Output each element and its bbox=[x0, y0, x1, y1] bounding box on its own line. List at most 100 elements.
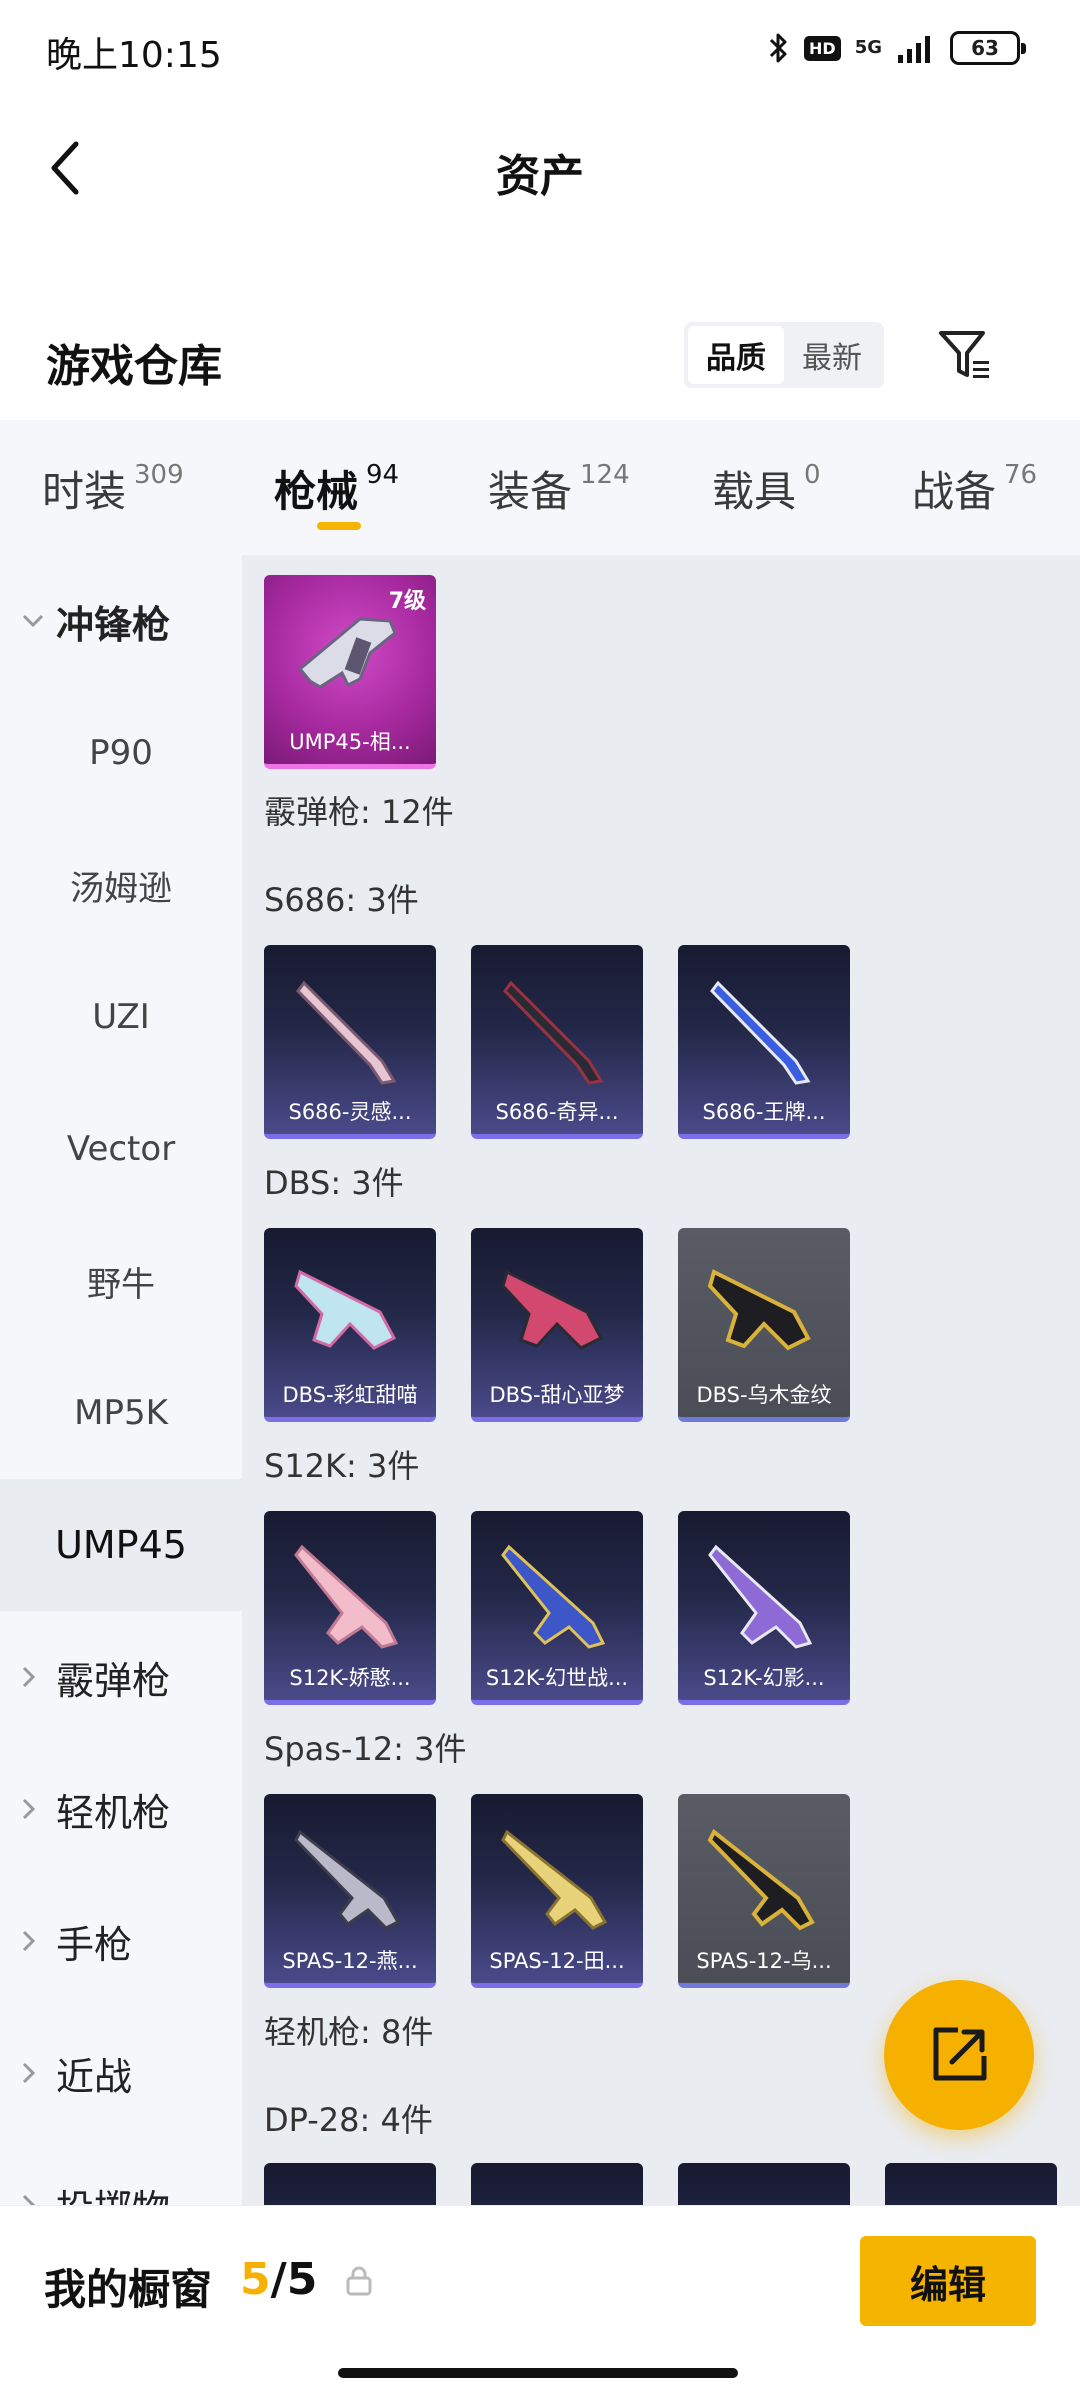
showcase-count: 5/5 bbox=[240, 2254, 317, 2305]
item-level: 7级 bbox=[388, 589, 426, 614]
item-card[interactable]: S686-灵感... bbox=[264, 945, 436, 1139]
sidebar-item-throwable[interactable]: 投掷物 bbox=[0, 2139, 242, 2205]
section-title: 游戏仓库 bbox=[46, 341, 222, 392]
nav-header: 资产 bbox=[0, 110, 1080, 230]
item-card[interactable]: DBS-乌木金纹 bbox=[678, 1228, 850, 1422]
group-title: DBS: 3件 bbox=[264, 1164, 404, 1202]
item-card[interactable]: S12K-幻世战... bbox=[471, 1511, 643, 1705]
tab-label: 装备 bbox=[488, 467, 573, 516]
item-card[interactable]: DBS-彩虹甜喵 bbox=[264, 1228, 436, 1422]
sidebar-item-thompson[interactable]: 汤姆逊 bbox=[0, 819, 242, 951]
edit-button[interactable]: 编辑 bbox=[860, 2236, 1036, 2326]
item-name: S686-灵感... bbox=[288, 1100, 412, 1124]
item-card[interactable] bbox=[264, 2163, 436, 2205]
tab-count: 124 bbox=[580, 460, 630, 490]
group-title: S12K: 3件 bbox=[264, 1447, 420, 1485]
tab-count: 0 bbox=[804, 460, 821, 490]
filter-button[interactable] bbox=[930, 320, 1000, 390]
showcase-count-current: 5 bbox=[240, 2254, 271, 2305]
item-card[interactable]: SPAS-12-田... bbox=[471, 1794, 643, 1988]
gun-icon bbox=[708, 1544, 813, 1649]
gun-icon bbox=[707, 1269, 811, 1351]
item-card[interactable]: S12K-幻影... bbox=[678, 1511, 850, 1705]
item-card[interactable] bbox=[885, 2163, 1057, 2205]
sidebar-item-melee[interactable]: 近战 bbox=[0, 2007, 242, 2139]
item-card[interactable]: S686-奇异... bbox=[471, 945, 643, 1139]
section-header: 游戏仓库 品质 最新 bbox=[0, 310, 1080, 410]
gun-icon bbox=[297, 617, 397, 689]
gun-icon bbox=[294, 1544, 399, 1649]
item-name: DBS-甜心亚梦 bbox=[489, 1383, 625, 1407]
item-card[interactable]: SPAS-12-燕... bbox=[264, 1794, 436, 1988]
group-title: S686: 3件 bbox=[264, 881, 419, 919]
chevron-right-icon bbox=[22, 1666, 56, 1688]
tab-fashion[interactable]: 时装 309 bbox=[42, 458, 184, 519]
filter-icon bbox=[939, 331, 989, 378]
chevron-right-icon bbox=[22, 1798, 56, 1820]
sidebar-item-label: 轻机枪 bbox=[56, 1790, 171, 1835]
chevron-right-icon bbox=[22, 2194, 56, 2205]
item-name: SPAS-12-田... bbox=[489, 1949, 625, 1973]
signal-icon bbox=[896, 33, 936, 63]
item-name: UMP45-相... bbox=[289, 730, 411, 754]
gun-icon bbox=[501, 1829, 608, 1930]
item-card[interactable] bbox=[471, 2163, 643, 2205]
tab-equipment[interactable]: 装备 124 bbox=[488, 458, 630, 519]
sort-quality-option[interactable]: 品质 bbox=[688, 326, 784, 384]
sidebar-item-pistol[interactable]: 手枪 bbox=[0, 1875, 242, 2007]
chevron-down-icon bbox=[22, 614, 56, 628]
tab-firearms[interactable]: 枪械 94 bbox=[274, 458, 399, 519]
tab-supplies[interactable]: 战备 76 bbox=[912, 458, 1037, 519]
item-name: SPAS-12-乌... bbox=[696, 1949, 832, 1973]
item-name: S12K-幻世战... bbox=[485, 1666, 629, 1690]
sidebar-item-shotgun[interactable]: 霰弹枪 bbox=[0, 1611, 242, 1743]
status-icons: HD 5G 63 bbox=[768, 30, 1026, 66]
sidebar-item-mp5k[interactable]: MP5K bbox=[0, 1347, 242, 1479]
network-label: 5G bbox=[854, 37, 882, 58]
sort-newest-option[interactable]: 最新 bbox=[784, 326, 880, 384]
group-title: Spas-12: 3件 bbox=[264, 1730, 467, 1768]
hd-badge: HD bbox=[804, 35, 841, 61]
item-card[interactable]: SPAS-12-乌... bbox=[678, 1794, 850, 1988]
lock-icon bbox=[345, 2266, 373, 2300]
item-card[interactable]: 7级 UMP45-相... bbox=[264, 575, 436, 769]
tab-label: 枪械 bbox=[274, 467, 359, 516]
battery-icon: 63 bbox=[950, 31, 1026, 65]
sidebar-item-label: 手枪 bbox=[56, 1922, 133, 1967]
gun-icon bbox=[503, 980, 604, 1085]
sidebar-item-uzi[interactable]: UZI bbox=[0, 951, 242, 1083]
status-bar: 晚上10:15 HD 5G 63 bbox=[0, 0, 1080, 100]
sidebar-item-ump45[interactable]: UMP45 bbox=[0, 1479, 242, 1611]
tab-count: 94 bbox=[366, 460, 400, 490]
tab-vehicles[interactable]: 载具 0 bbox=[712, 458, 821, 519]
weapon-category-sidebar: 冲锋枪 P90 汤姆逊 UZI Vector 野牛 MP5K UMP45 霰弹枪… bbox=[0, 555, 242, 2205]
gun-icon bbox=[501, 1544, 606, 1649]
gun-icon bbox=[294, 1269, 397, 1350]
item-card[interactable]: S686-王牌... bbox=[678, 945, 850, 1139]
sidebar-item-lmg[interactable]: 轻机枪 bbox=[0, 1743, 242, 1875]
sort-toggle: 品质 最新 bbox=[684, 322, 884, 388]
sidebar-item-bizon[interactable]: 野牛 bbox=[0, 1215, 242, 1347]
share-icon bbox=[933, 2027, 987, 2081]
chevron-right-icon bbox=[22, 1930, 56, 1952]
item-name: S12K-幻影... bbox=[703, 1666, 825, 1690]
group-title: DP-28: 4件 bbox=[264, 2101, 433, 2139]
sidebar-item-smg[interactable]: 冲锋枪 bbox=[0, 555, 242, 687]
item-name: DBS-彩虹甜喵 bbox=[282, 1383, 418, 1407]
tab-count: 76 bbox=[1004, 460, 1038, 490]
item-name: S686-王牌... bbox=[702, 1100, 826, 1124]
gun-icon bbox=[501, 1269, 604, 1350]
item-card[interactable]: S12K-娇憨... bbox=[264, 1511, 436, 1705]
share-button[interactable] bbox=[884, 1980, 1034, 2130]
tab-label: 时装 bbox=[42, 467, 127, 516]
home-indicator bbox=[338, 2368, 738, 2378]
sidebar-item-p90[interactable]: P90 bbox=[0, 687, 242, 819]
item-card[interactable]: DBS-甜心亚梦 bbox=[471, 1228, 643, 1422]
sidebar-item-vector[interactable]: Vector bbox=[0, 1083, 242, 1215]
item-card[interactable] bbox=[678, 2163, 850, 2205]
active-tab-indicator bbox=[317, 522, 361, 530]
sidebar-item-label: 霰弹枪 bbox=[56, 1658, 171, 1703]
tab-label: 战备 bbox=[912, 467, 997, 516]
gun-icon bbox=[296, 980, 397, 1085]
sidebar-item-label: 投掷物 bbox=[56, 2178, 170, 2206]
